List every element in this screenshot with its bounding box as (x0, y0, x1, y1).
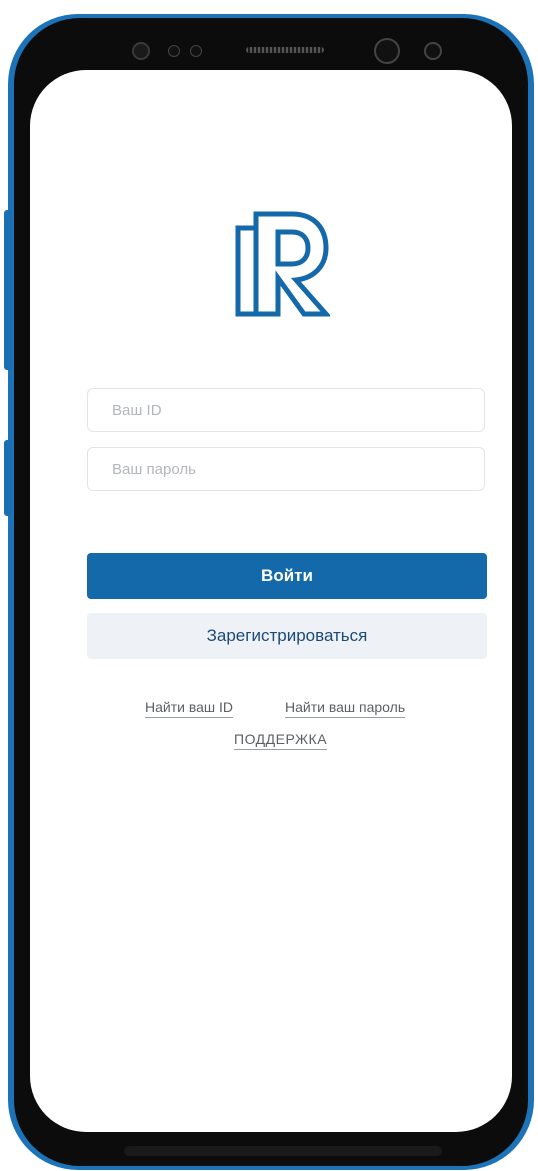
find-id-link[interactable]: Найти ваш ID (145, 698, 234, 718)
bottom-bezel (124, 1146, 442, 1156)
password-input[interactable] (87, 447, 485, 491)
front-camera-icon (132, 42, 150, 60)
iris-camera-icon (374, 38, 400, 64)
register-button[interactable]: Зарегистрироваться (87, 613, 487, 659)
volume-up-button (4, 210, 12, 370)
phone-body: Войти Зарегистрироваться Найти ваш ID На… (14, 18, 528, 1166)
support-link[interactable]: ПОДДЕРЖКА (234, 730, 328, 750)
sensor-icon (190, 45, 202, 57)
phone-frame: Войти Зарегистрироваться Найти ваш ID На… (4, 14, 534, 1170)
earpiece-speaker (246, 47, 324, 53)
sensor-icon (168, 45, 180, 57)
top-sensor-bar (124, 36, 442, 64)
proximity-sensor-icon (424, 42, 442, 60)
app-screen: Войти Зарегистрироваться Найти ваш ID На… (30, 70, 512, 1132)
volume-down-button (4, 440, 12, 516)
login-button[interactable]: Войти (87, 553, 487, 599)
find-password-link[interactable]: Найти ваш пароль (285, 698, 406, 718)
user-id-input[interactable] (87, 388, 485, 432)
r-logo-icon (235, 211, 330, 317)
